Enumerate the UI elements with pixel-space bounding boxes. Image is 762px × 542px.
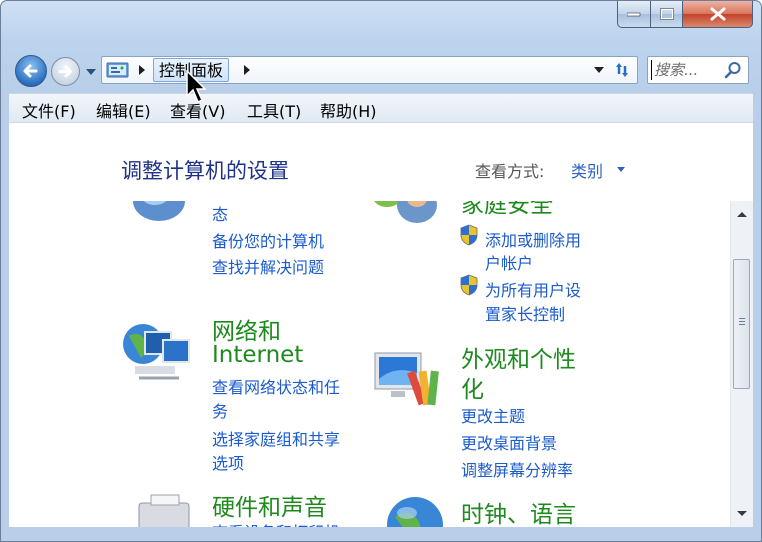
control-panel-window: 控制面板 文件(F) 编辑(E) 查看(V) 工具(T) 帮助(H) 调整计算机… <box>0 0 762 542</box>
category-pane: 态 备份您的计算机 查找并解决问题 家庭安全 添加或删除用 户帐户 为所有用户设… <box>9 201 731 527</box>
vertical-scrollbar[interactable] <box>730 201 753 527</box>
appearance-category-title-line1[interactable]: 外观和个性 <box>461 340 576 374</box>
appearance-link-resolution[interactable]: 调整屏幕分辨率 <box>461 457 573 481</box>
address-bar[interactable]: 控制面板 <box>101 56 638 84</box>
breadcrumb-child-arrow[interactable] <box>244 65 250 75</box>
grip-line <box>739 318 745 319</box>
hardware-sound-icon[interactable] <box>127 493 197 527</box>
content-area: 调整计算机的设置 查看方式: 类别 态 备份您的计算机 查找并解决问题 家庭安全 <box>9 122 753 527</box>
view-by-dropdown[interactable]: 类别 <box>571 158 603 182</box>
back-button[interactable] <box>15 55 47 87</box>
clock-language-region-icon[interactable] <box>385 495 445 527</box>
history-dropdown-icon[interactable] <box>85 67 97 77</box>
scroll-thumb[interactable] <box>733 259 750 389</box>
grip-line <box>739 324 745 325</box>
minimize-button[interactable] <box>617 1 651 28</box>
users-category-title[interactable]: 家庭安全 <box>461 201 553 219</box>
view-by-chevron-icon[interactable] <box>617 167 625 172</box>
appearance-personalization-icon[interactable] <box>373 349 443 413</box>
users-link-parental-line2[interactable]: 置家长控制 <box>485 301 565 325</box>
appearance-category-title-line2[interactable]: 化 <box>461 370 484 404</box>
maximize-button[interactable] <box>651 1 683 28</box>
menu-bar: 文件(F) 编辑(E) 查看(V) 工具(T) 帮助(H) <box>9 93 753 123</box>
users-link-add-remove-line1[interactable]: 添加或删除用 <box>485 227 581 251</box>
clock-category-title[interactable]: 时钟、语言 <box>461 495 576 527</box>
breadcrumb-root-arrow[interactable] <box>139 65 145 75</box>
caption-buttons <box>617 1 753 29</box>
maximize-icon <box>659 8 674 20</box>
minimize-icon <box>627 12 641 17</box>
grip-line <box>739 321 745 322</box>
network-category-title-line1[interactable]: 网络和 <box>212 312 281 346</box>
menu-file[interactable]: 文件(F) <box>22 98 76 122</box>
menu-tools[interactable]: 工具(T) <box>247 98 301 122</box>
search-input[interactable] <box>651 60 726 80</box>
network-link-status-line1[interactable]: 查看网络状态和任 <box>212 374 340 398</box>
network-internet-icon[interactable] <box>121 318 195 386</box>
address-history-dropdown[interactable] <box>594 67 604 73</box>
page-title: 调整计算机的设置 <box>121 159 289 183</box>
search-icon[interactable] <box>724 61 742 79</box>
network-link-homegroup-line1[interactable]: 选择家庭组和共享 <box>212 426 340 450</box>
network-category-title-line2[interactable]: Internet <box>212 342 303 368</box>
system-link-backup[interactable]: 备份您的计算机 <box>212 228 324 252</box>
view-by-label: 查看方式: <box>475 162 545 181</box>
users-link-parental-line1[interactable]: 为所有用户设 <box>485 277 581 301</box>
scroll-down-arrow-icon[interactable] <box>737 511 747 516</box>
close-button[interactable] <box>683 1 753 28</box>
system-security-icon[interactable] <box>127 201 191 223</box>
menu-edit[interactable]: 编辑(E) <box>96 98 151 122</box>
forward-icon <box>58 65 72 78</box>
appearance-link-theme[interactable]: 更改主题 <box>461 403 525 427</box>
system-link-status[interactable]: 态 <box>212 201 228 225</box>
hardware-category-title[interactable]: 硬件和声音 <box>212 488 327 522</box>
uac-shield-icon <box>460 274 478 296</box>
back-icon <box>23 64 38 78</box>
network-link-homegroup-line2[interactable]: 选项 <box>212 450 244 474</box>
system-link-troubleshoot[interactable]: 查找并解决问题 <box>212 254 324 278</box>
control-panel-icon <box>106 62 129 78</box>
hardware-link-devices[interactable]: 查看设备和打印机 <box>212 519 340 527</box>
mouse-pointer-icon <box>186 70 207 104</box>
close-icon <box>710 7 725 21</box>
search-box[interactable] <box>647 56 749 84</box>
uac-shield-icon <box>460 224 478 246</box>
scroll-up-arrow-icon[interactable] <box>737 212 747 217</box>
network-link-status-line2[interactable]: 务 <box>212 398 228 422</box>
users-link-add-remove-line2[interactable]: 户帐户 <box>485 250 533 274</box>
appearance-link-background[interactable]: 更改桌面背景 <box>461 430 557 454</box>
forward-button[interactable] <box>51 57 80 86</box>
user-accounts-icon[interactable] <box>369 201 441 225</box>
refresh-icon[interactable] <box>610 60 634 80</box>
menu-help[interactable]: 帮助(H) <box>320 98 377 122</box>
